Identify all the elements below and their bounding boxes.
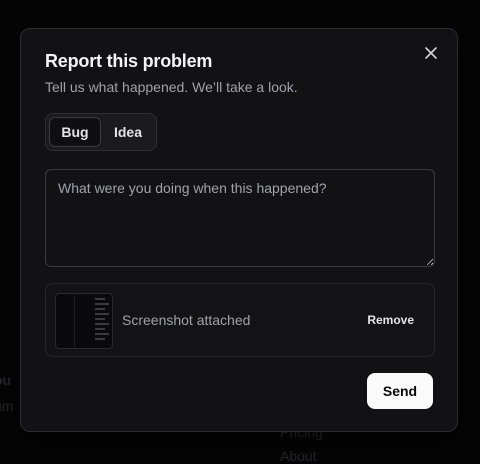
- report-problem-dialog: Report this problem Tell us what happene…: [20, 28, 458, 432]
- screenshot-thumbnail: [55, 293, 113, 349]
- send-button[interactable]: Send: [367, 373, 433, 409]
- dialog-subtitle: Tell us what happened. We’ll take a look…: [45, 79, 298, 95]
- screenshot-attachment: Screenshot attached Remove: [45, 283, 435, 357]
- toggle-option-bug[interactable]: Bug: [49, 117, 101, 147]
- background-text: um: [0, 398, 14, 414]
- remove-attachment-button[interactable]: Remove: [367, 313, 414, 327]
- close-button[interactable]: [421, 43, 441, 63]
- close-icon: [425, 47, 437, 59]
- description-input[interactable]: [45, 169, 435, 267]
- type-toggle: Bug Idea: [45, 113, 157, 151]
- background-link-about: About: [280, 448, 317, 464]
- toggle-option-idea[interactable]: Idea: [103, 117, 153, 147]
- attachment-label: Screenshot attached: [122, 312, 251, 328]
- dialog-title: Report this problem: [45, 51, 213, 71]
- background-heading: ou: [0, 372, 12, 388]
